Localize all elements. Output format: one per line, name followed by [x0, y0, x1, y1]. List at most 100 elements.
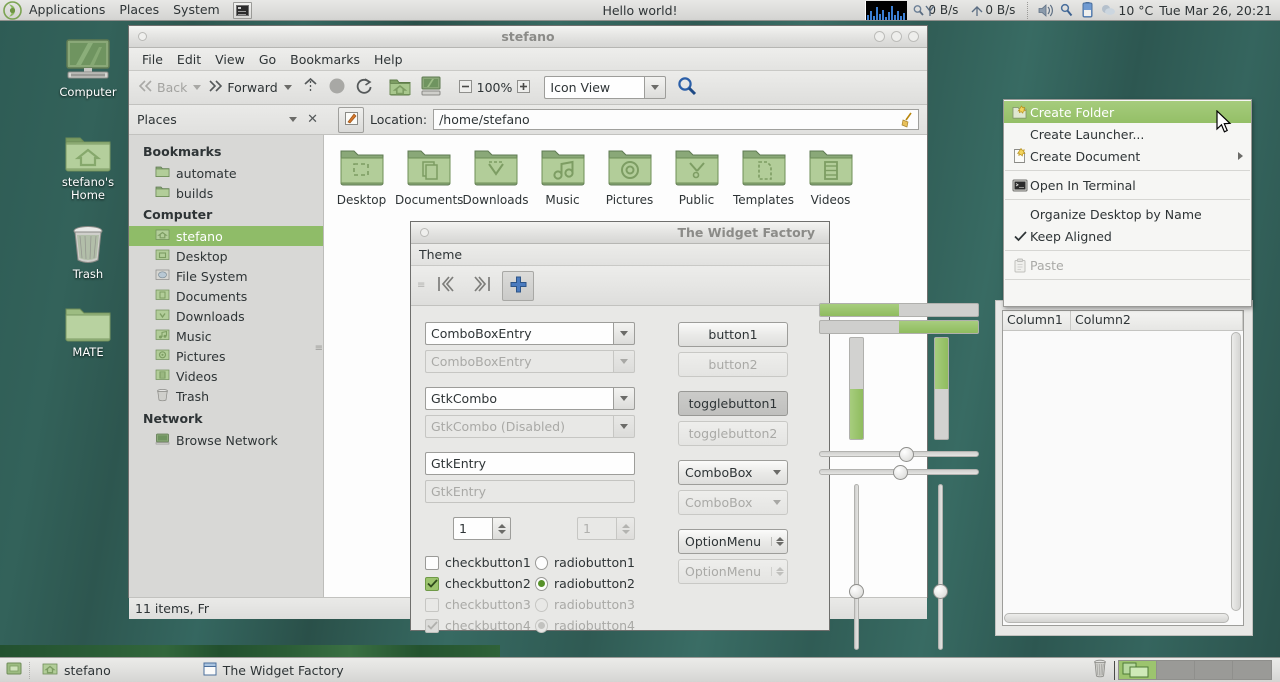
slider-thumb[interactable]: [933, 584, 948, 599]
treeview-horizontal-scrollbar[interactable]: [1004, 612, 1229, 624]
window-menu-button[interactable]: [420, 228, 429, 237]
edit-location-button[interactable]: [338, 107, 364, 133]
show-desktop-icon[interactable]: [0, 661, 29, 679]
file-item[interactable]: Pictures: [596, 143, 663, 207]
radiobutton2[interactable]: radiobutton2: [535, 573, 635, 594]
treeview-rows[interactable]: [1004, 332, 1229, 611]
column-header-2[interactable]: Column2: [1071, 311, 1243, 330]
togglebutton1[interactable]: togglebutton1: [678, 391, 788, 416]
vscale-left[interactable]: [849, 484, 865, 650]
sidebar-item-pictures[interactable]: Pictures: [129, 346, 323, 366]
menu-item-open-in-terminal[interactable]: Open In Terminal: [1004, 174, 1251, 196]
sidebar-item-file-system[interactable]: File System: [129, 266, 323, 286]
desktop-icon-computer[interactable]: Computer: [48, 34, 128, 99]
weather-cloud-icon[interactable]: [1101, 3, 1116, 17]
gtkentry-enabled[interactable]: GtkEntry: [425, 452, 635, 475]
file-item[interactable]: Downloads: [462, 143, 529, 207]
battery-icon[interactable]: [1080, 2, 1096, 18]
workspace-3[interactable]: [1195, 661, 1233, 679]
zoom-out-icon[interactable]: [459, 80, 472, 96]
add-button[interactable]: [502, 271, 534, 301]
hscale-bottom[interactable]: [819, 464, 979, 480]
up-button[interactable]: [299, 75, 322, 100]
file-manager-titlebar[interactable]: stefano: [129, 26, 927, 48]
menu-file[interactable]: File: [135, 52, 170, 67]
vscale-right[interactable]: [933, 484, 949, 650]
menu-item-change-desktop-background[interactable]: [1004, 283, 1251, 305]
broom-clear-icon[interactable]: [901, 112, 914, 131]
file-item[interactable]: Music: [529, 143, 596, 207]
system-monitor-graph[interactable]: [865, 1, 907, 20]
radiobutton1[interactable]: radiobutton1: [535, 552, 635, 573]
forward-button[interactable]: Forward: [204, 77, 280, 98]
close-x-icon[interactable]: ✕: [307, 112, 318, 127]
stop-button[interactable]: [325, 75, 349, 100]
sidebar-item-browse-network[interactable]: Browse Network: [129, 430, 323, 450]
forward-dropdown-icon[interactable]: [284, 85, 292, 90]
menu-item-keep-aligned[interactable]: Keep Aligned: [1004, 225, 1251, 247]
back-dropdown-icon[interactable]: [193, 85, 201, 90]
workspace-4[interactable]: [1233, 661, 1271, 679]
sidebar-item-desktop[interactable]: Desktop: [129, 246, 323, 266]
taskbar-item-widget-factory[interactable]: The Widget Factory: [193, 658, 354, 682]
computer-button[interactable]: [417, 74, 445, 101]
column-header-1[interactable]: Column1: [1003, 311, 1071, 330]
slider-thumb[interactable]: [849, 584, 864, 599]
slider-thumb[interactable]: [899, 447, 914, 462]
file-item[interactable]: Videos: [797, 143, 864, 207]
trash-icon[interactable]: [1086, 659, 1114, 681]
file-item[interactable]: Templates: [730, 143, 797, 207]
go-first-button[interactable]: [430, 271, 462, 301]
chevron-down-icon[interactable]: [289, 117, 297, 122]
desktop-icon-home[interactable]: stefano's Home: [48, 124, 128, 202]
volume-icon[interactable]: [1037, 3, 1054, 18]
menu-go[interactable]: Go: [252, 52, 283, 67]
menu-item-create-document[interactable]: Create Document: [1004, 145, 1251, 167]
menu-item-organize-desktop-by-name[interactable]: Organize Desktop by Name: [1004, 203, 1251, 225]
treeview-panel[interactable]: Column1 Column2: [1002, 310, 1244, 626]
menu-theme[interactable]: Theme: [419, 247, 462, 262]
close-button[interactable]: [908, 31, 919, 42]
pane-resize-handle[interactable]: ≡: [315, 343, 323, 354]
file-item[interactable]: Public: [663, 143, 730, 207]
spinbutton-enabled[interactable]: 1: [453, 517, 511, 540]
comboboxentry-enabled[interactable]: ComboBoxEntry: [425, 322, 635, 345]
back-button[interactable]: Back: [134, 77, 190, 98]
menu-edit[interactable]: Edit: [170, 52, 208, 67]
places-sidebar[interactable]: Bookmarks automate builds Computer stefa…: [129, 135, 324, 597]
file-item[interactable]: Documents: [395, 143, 462, 207]
spinbutton-arrows[interactable]: [492, 517, 511, 540]
checkbutton2[interactable]: checkbutton2: [425, 573, 535, 594]
workspace-2[interactable]: [1157, 661, 1195, 679]
widget-factory-titlebar[interactable]: The Widget Factory: [411, 222, 829, 244]
bluetooth-icon[interactable]: [1060, 3, 1074, 18]
optionmenu1[interactable]: OptionMenu: [678, 529, 788, 554]
sidebar-item-trash[interactable]: Trash: [129, 386, 323, 407]
maximize-button[interactable]: [891, 31, 902, 42]
workspace-1[interactable]: [1119, 661, 1157, 679]
menu-bookmarks[interactable]: Bookmarks: [283, 52, 367, 67]
sidebar-item-downloads[interactable]: Downloads: [129, 306, 323, 326]
file-item[interactable]: Desktop: [328, 143, 395, 207]
go-last-button[interactable]: [466, 271, 498, 301]
desktop-icon-trash[interactable]: Trash: [48, 216, 128, 281]
minimize-button[interactable]: [874, 31, 885, 42]
zoom-in-icon[interactable]: [517, 80, 530, 96]
home-button[interactable]: [386, 74, 414, 101]
combobox1[interactable]: ComboBox: [678, 460, 788, 485]
button1[interactable]: button1: [678, 322, 788, 347]
sidebar-item-stefano[interactable]: stefano: [129, 226, 323, 246]
slider-thumb[interactable]: [893, 465, 908, 480]
sidebar-item-music[interactable]: Music: [129, 326, 323, 346]
sidebar-item-builds[interactable]: builds: [129, 183, 323, 203]
desktop-icon-mate[interactable]: MATE: [48, 294, 128, 359]
hscale-top[interactable]: [819, 446, 979, 462]
menu-item-create-folder[interactable]: Create Folder: [1004, 101, 1251, 123]
checkbutton1[interactable]: checkbutton1: [425, 552, 535, 573]
toolbar-grip[interactable]: ≡: [417, 280, 425, 291]
treeview-vertical-scrollbar[interactable]: [1230, 332, 1242, 611]
sidebar-item-videos[interactable]: Videos: [129, 366, 323, 386]
workspace-switcher[interactable]: [1118, 660, 1272, 680]
widget-factory-window[interactable]: The Widget Factory Theme ≡ ComboBoxEntry: [410, 221, 830, 631]
search-button[interactable]: [674, 74, 700, 101]
